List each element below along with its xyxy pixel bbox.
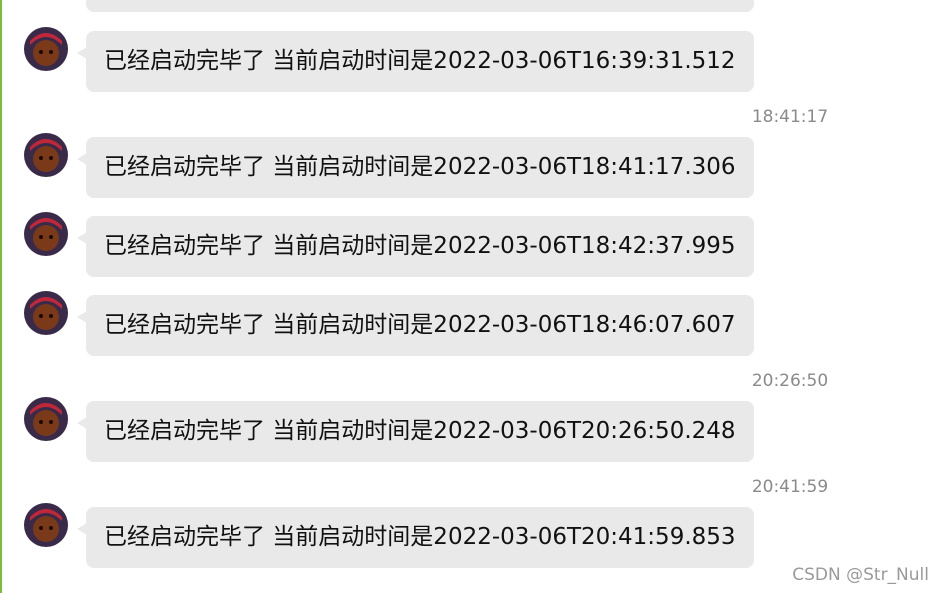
avatar[interactable] (24, 397, 68, 441)
message-timestamp: 20:26:50 (751, 371, 829, 391)
partial-message-bubble[interactable] (86, 0, 754, 12)
avatar[interactable] (24, 27, 68, 71)
left-accent-border (0, 0, 2, 593)
avatar[interactable] (24, 133, 68, 177)
message-timestamp: 20:41:59 (751, 477, 829, 497)
avatar[interactable] (24, 212, 68, 256)
message-timestamp: 18:41:17 (751, 107, 829, 127)
message-bubble[interactable]: 已经启动完毕了 当前启动时间是2022-03-06T16:39:31.512 (86, 31, 754, 92)
avatar[interactable] (24, 503, 68, 547)
message-bubble[interactable]: 已经启动完毕了 当前启动时间是2022-03-06T20:26:50.248 (86, 401, 754, 462)
message-bubble[interactable]: 已经启动完毕了 当前启动时间是2022-03-06T18:42:37.995 (86, 216, 754, 277)
message-bubble[interactable]: 已经启动完毕了 当前启动时间是2022-03-06T18:46:07.607 (86, 295, 754, 356)
avatar[interactable] (24, 291, 68, 335)
chat-message-list: 已经启动完毕了 当前启动时间是2022-03-06T16:39:31.512 1… (0, 0, 943, 593)
message-bubble[interactable]: 已经启动完毕了 当前启动时间是2022-03-06T20:41:59.853 (86, 507, 754, 568)
watermark: CSDN @Str_Null (792, 565, 929, 585)
message-bubble[interactable]: 已经启动完毕了 当前启动时间是2022-03-06T18:41:17.306 (86, 137, 754, 198)
